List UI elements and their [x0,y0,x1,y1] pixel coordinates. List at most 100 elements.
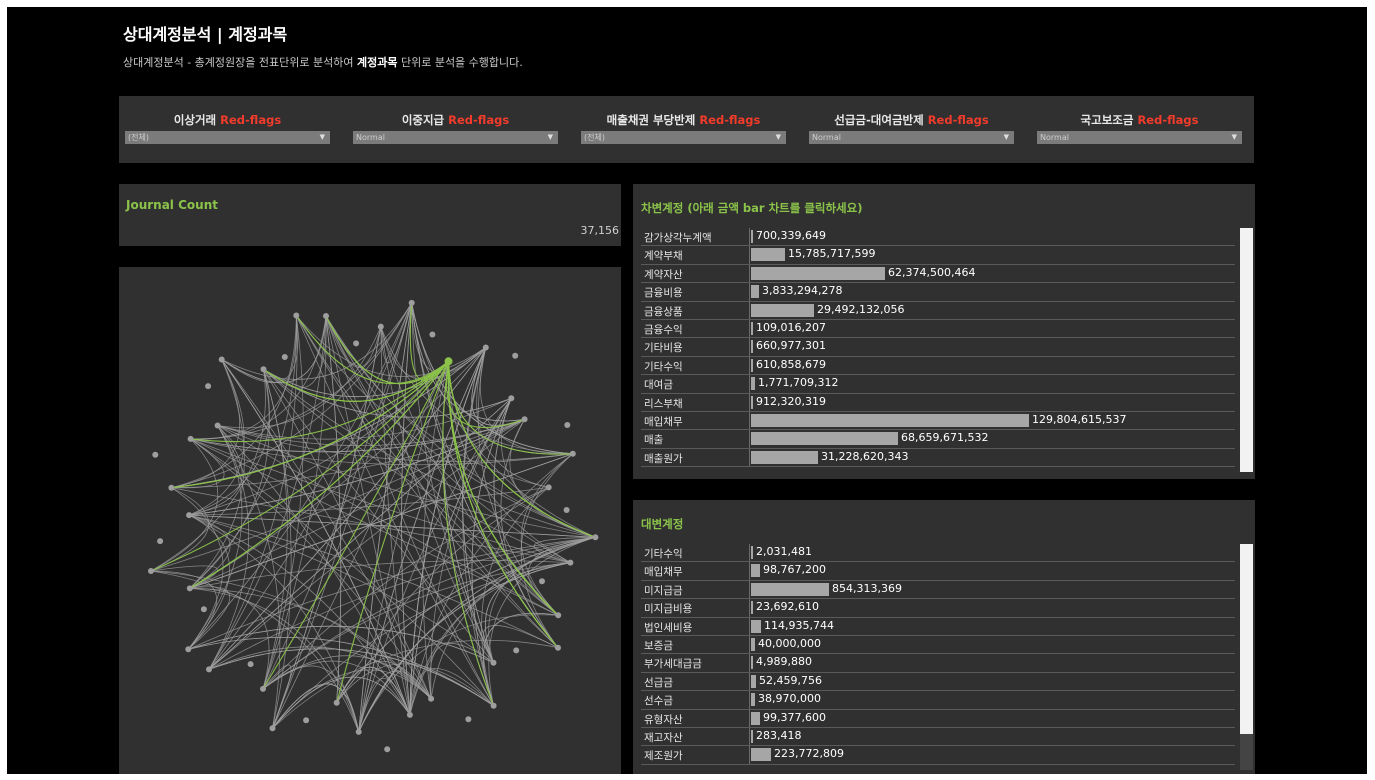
account-node[interactable] [482,344,489,351]
table-row[interactable]: 매출 68,659,671,532 [641,430,1235,449]
account-node[interactable] [293,312,300,319]
table-row[interactable]: 미지급비용 23,692,610 [641,599,1235,618]
account-node[interactable] [508,395,515,402]
amount-bar[interactable] [751,340,753,354]
table-row[interactable]: 유형자산 99,377,600 [641,709,1235,728]
account-node[interactable] [323,313,329,319]
table-row[interactable]: 기타비용 660,977,301 [641,338,1235,357]
account-node[interactable] [567,559,574,566]
account-node[interactable] [429,331,436,338]
amount-bar[interactable] [751,377,755,391]
selected-account-node[interactable] [444,357,453,366]
account-node[interactable] [569,450,576,457]
account-node[interactable] [157,538,164,545]
account-node[interactable] [563,507,570,513]
filter-dropdown-abnormal[interactable]: (전체) ▼ [125,131,330,144]
filter-dropdown-receivable[interactable]: (전체) ▼ [581,131,786,144]
account-node[interactable] [408,299,415,306]
amount-bar[interactable] [751,266,885,280]
account-node[interactable] [490,659,497,666]
amount-bar[interactable] [751,248,785,262]
table-row[interactable]: 부가세대급금 4,989,880 [641,654,1235,673]
filter-dropdown-double-payment[interactable]: Normal ▼ [353,131,558,144]
account-node[interactable] [168,484,175,491]
amount-bar[interactable] [751,711,760,725]
account-node[interactable] [490,702,497,709]
account-node[interactable] [521,416,528,423]
account-node[interactable] [269,725,276,732]
account-node[interactable] [247,661,254,668]
account-node[interactable] [281,354,288,360]
account-node[interactable] [465,716,472,723]
amount-bar[interactable] [751,637,755,651]
account-node[interactable] [186,585,193,592]
table-row[interactable]: 선급금 52,459,756 [641,672,1235,692]
account-node[interactable] [555,612,562,619]
account-node[interactable] [355,728,362,735]
account-node[interactable] [539,578,545,585]
account-node[interactable] [303,717,310,724]
account-node[interactable] [512,352,519,359]
account-node[interactable] [384,746,391,753]
table-row[interactable]: 미지급금 854,313,369 [641,580,1235,600]
table-row[interactable]: 법인세비용 114,935,744 [641,617,1235,636]
table-row[interactable]: 매출원가 31,228,620,343 [641,448,1235,468]
table-row[interactable]: 매입채무 98,767,200 [641,562,1235,581]
account-node[interactable] [200,606,207,613]
account-node[interactable] [206,666,212,673]
table-row[interactable]: 제조원가 223,772,809 [641,746,1235,765]
account-node[interactable] [333,699,340,706]
account-network-graph[interactable] [119,267,621,774]
table-row[interactable]: 금융비용 3,833,294,278 [641,283,1235,302]
amount-bar[interactable] [751,546,753,559]
amount-bar[interactable] [751,656,753,670]
amount-bar[interactable] [751,582,829,596]
amount-bar[interactable] [751,358,753,372]
account-node[interactable] [218,356,225,363]
account-node[interactable] [187,435,194,442]
table-row[interactable]: 재고자산 283,418 [641,727,1235,747]
account-node[interactable] [260,685,266,692]
filter-dropdown-prepayment[interactable]: Normal ▼ [809,131,1014,144]
account-node[interactable] [513,647,520,654]
account-node[interactable] [186,512,193,519]
account-node[interactable] [555,644,561,651]
account-node[interactable] [214,422,221,429]
account-node[interactable] [353,340,360,347]
account-node[interactable] [205,383,212,390]
table-row[interactable]: 대여금 1,771,709,312 [641,375,1235,394]
table-row[interactable]: 계약부채 15,785,717,599 [641,246,1235,265]
filter-dropdown-subsidy[interactable]: Normal ▼ [1037,131,1242,144]
account-node[interactable] [377,323,384,330]
table-row[interactable]: 금융상품 29,492,132,056 [641,301,1235,320]
amount-bar[interactable] [751,230,753,243]
table-row[interactable]: 금융수익 109,016,207 [641,319,1235,339]
amount-bar[interactable] [751,450,818,464]
amount-bar[interactable] [751,748,771,762]
account-node[interactable] [545,484,552,491]
amount-bar[interactable] [751,413,1029,427]
account-node[interactable] [428,695,435,702]
table-row[interactable]: 리스부채 912,320,319 [641,393,1235,412]
amount-bar[interactable] [751,619,761,633]
credit-scrollbar[interactable] [1240,544,1253,770]
amount-bar[interactable] [751,729,753,743]
table-row[interactable]: 기타수익 610,858,679 [641,356,1235,376]
table-row[interactable]: 감가상각누계액 700,339,649 [641,228,1235,247]
account-node[interactable] [152,451,159,458]
amount-bar[interactable] [751,395,753,409]
amount-bar[interactable] [751,564,760,578]
table-row[interactable]: 계약자산 62,374,500,464 [641,264,1235,284]
table-row[interactable]: 매입채무 129,804,615,537 [641,411,1235,431]
debit-scrollbar-thumb[interactable] [1240,228,1253,472]
amount-bar[interactable] [751,285,759,299]
credit-scrollbar-thumb[interactable] [1240,544,1253,734]
account-node[interactable] [564,422,571,428]
table-row[interactable]: 선수금 38,970,000 [641,691,1235,710]
account-node[interactable] [148,568,154,574]
debit-scrollbar[interactable] [1240,228,1253,472]
amount-bar[interactable] [751,693,755,707]
table-row[interactable]: 기타수익 2,031,481 [641,544,1235,563]
amount-bar[interactable] [751,432,898,446]
table-row[interactable]: 보증금 40,000,000 [641,635,1235,655]
